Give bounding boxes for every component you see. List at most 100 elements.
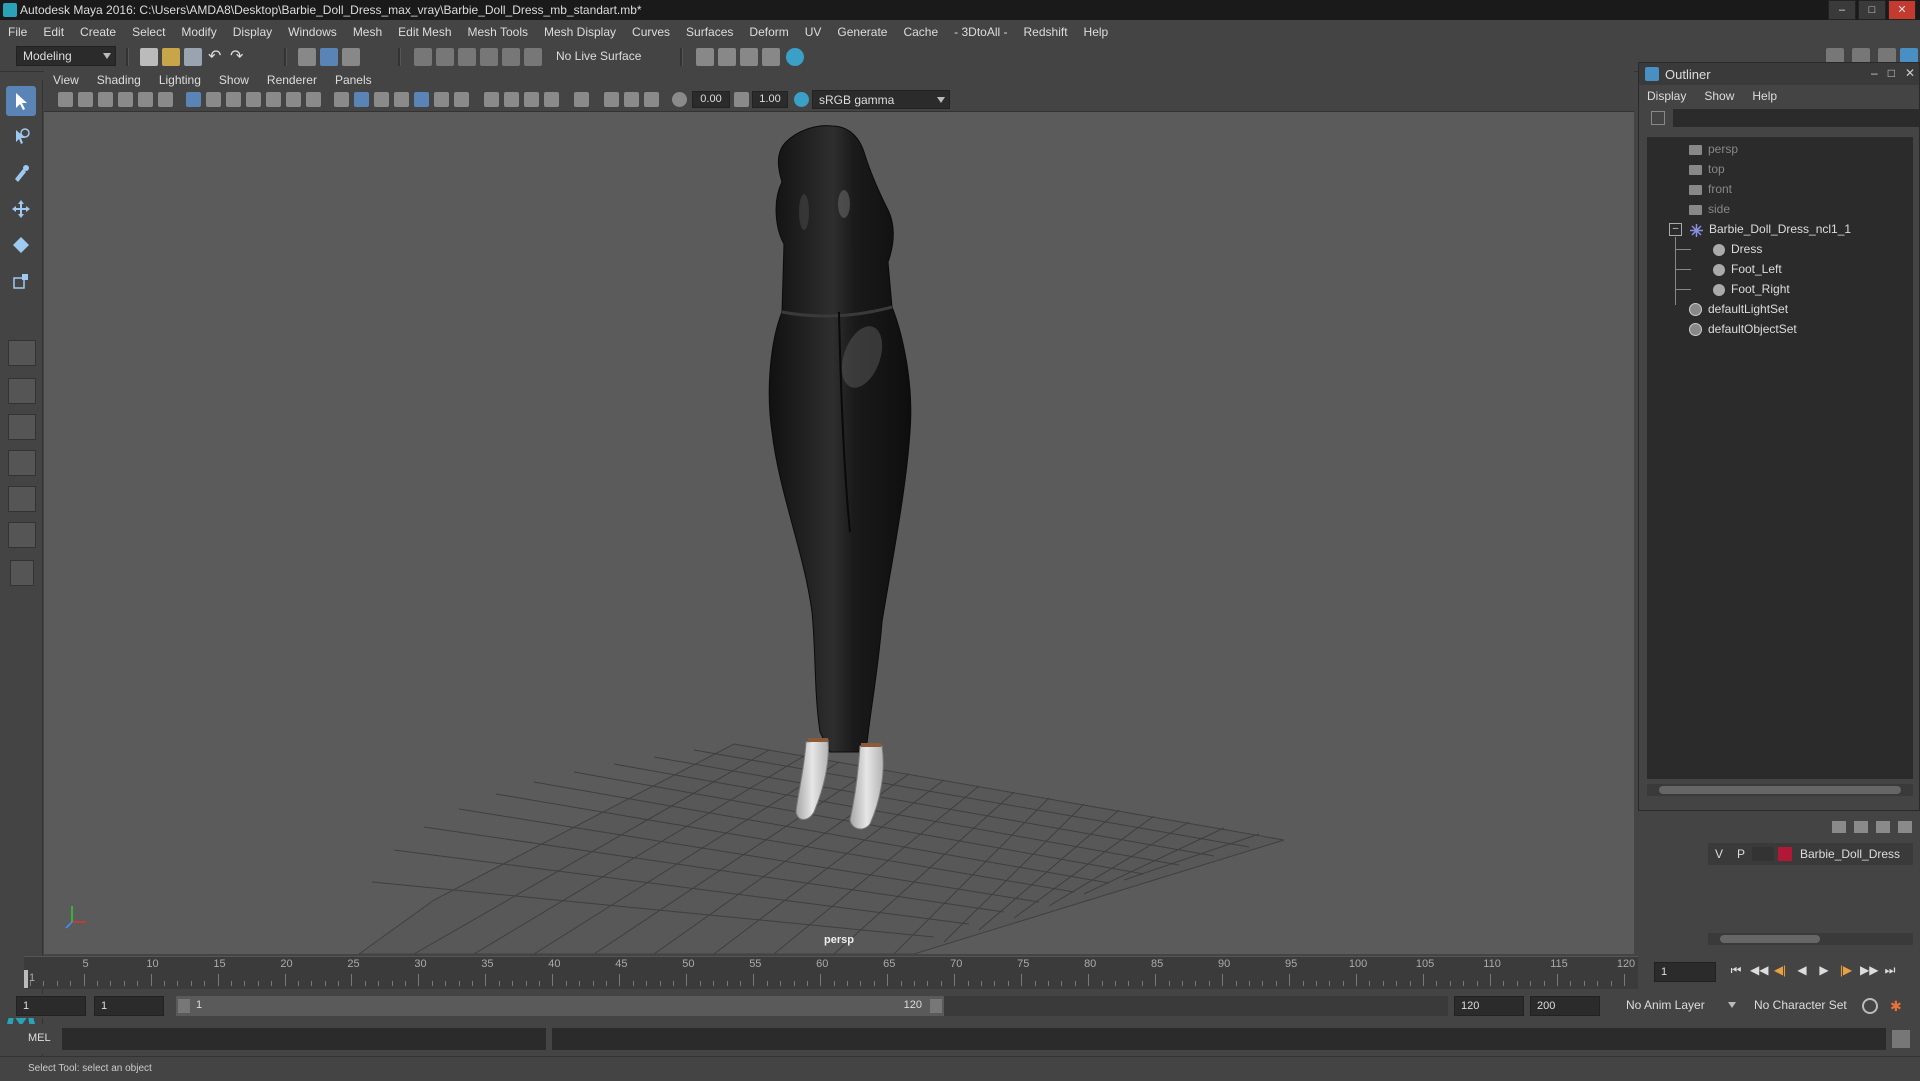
menu-select[interactable]: Select	[124, 25, 173, 39]
new-scene-icon[interactable]	[140, 48, 158, 66]
xray-icon[interactable]	[604, 92, 619, 107]
viewport-menu-show[interactable]: Show	[210, 73, 258, 87]
outliner-item-foot-left[interactable]: Foot_Left	[1675, 259, 1782, 279]
anim-layer-dropdown[interactable]: No Anim Layer	[1620, 996, 1740, 1016]
scrollbar-thumb[interactable]	[1720, 935, 1820, 943]
menu-cache[interactable]: Cache	[895, 25, 946, 39]
step-forward-frame-icon[interactable]: |▶	[1838, 962, 1854, 978]
wireframe-icon[interactable]	[334, 92, 349, 107]
playback-start-field[interactable]: 1	[94, 996, 164, 1016]
outliner-item-side[interactable]: side	[1689, 199, 1730, 219]
animation-start-field[interactable]: 1	[16, 996, 86, 1016]
more-layouts-icon[interactable]	[10, 560, 34, 586]
outliner-search-input[interactable]	[1673, 109, 1919, 127]
shadows-icon[interactable]	[454, 92, 469, 107]
smooth-shade-icon[interactable]	[354, 92, 369, 107]
menu-deform[interactable]: Deform	[741, 25, 796, 39]
range-slider-handle[interactable]: 1 120	[176, 996, 944, 1016]
range-start-handle[interactable]	[178, 999, 190, 1013]
filter-icon[interactable]	[1651, 111, 1665, 125]
safe-title-icon[interactable]	[306, 92, 321, 107]
field-chart-icon[interactable]	[266, 92, 281, 107]
menu-windows[interactable]: Windows	[280, 25, 345, 39]
hypershade-layout-icon[interactable]	[8, 522, 36, 548]
layer-row[interactable]: V P Barbie_Doll_Dress	[1708, 843, 1913, 865]
viewport-menu-view[interactable]: View	[44, 73, 88, 87]
menu-mesh[interactable]: Mesh	[345, 25, 390, 39]
snap-grid-icon[interactable]	[414, 48, 432, 66]
menu-help[interactable]: Help	[1076, 25, 1117, 39]
screen-space-ao-icon[interactable]	[484, 92, 499, 107]
hypershade-icon[interactable]	[786, 48, 804, 66]
viewport-menu-panels[interactable]: Panels	[326, 73, 381, 87]
motion-blur-icon[interactable]	[504, 92, 519, 107]
menu-mesh-tools[interactable]: Mesh Tools	[460, 25, 536, 39]
scrollbar-thumb[interactable]	[1659, 786, 1901, 794]
move-layer-up-icon[interactable]	[1832, 821, 1846, 833]
move-tool-icon[interactable]	[6, 194, 36, 224]
layer-visibility-toggle[interactable]: V	[1708, 847, 1730, 861]
snap-point-icon[interactable]	[458, 48, 476, 66]
perspective-viewport[interactable]: persp	[44, 112, 1634, 954]
wireframe-on-shaded-icon[interactable]	[394, 92, 409, 107]
new-layer-icon[interactable]	[1876, 821, 1890, 833]
xray-joints-icon[interactable]	[644, 92, 659, 107]
outliner-menu-show[interactable]: Show	[1704, 89, 1734, 103]
outliner-menu-help[interactable]: Help	[1752, 89, 1777, 103]
viewport-menu-lighting[interactable]: Lighting	[150, 73, 210, 87]
outliner-horizontal-scrollbar[interactable]	[1647, 784, 1913, 796]
grid-icon[interactable]	[186, 92, 201, 107]
select-tool-icon[interactable]	[6, 86, 36, 116]
command-language-label[interactable]: MEL	[28, 1032, 51, 1044]
render-view-icon[interactable]	[762, 48, 780, 66]
current-frame-field[interactable]: 1	[1654, 962, 1716, 982]
scale-tool-icon[interactable]	[6, 266, 36, 296]
new-layer-selected-icon[interactable]	[1898, 821, 1912, 833]
outliner-item-top[interactable]: top	[1689, 159, 1725, 179]
select-component-icon[interactable]	[342, 48, 360, 66]
color-management-icon[interactable]	[794, 92, 809, 107]
animation-end-field[interactable]: 200	[1530, 996, 1600, 1016]
persp-graph-layout-icon[interactable]	[8, 486, 36, 512]
menu-edit[interactable]: Edit	[35, 25, 72, 39]
menu-display[interactable]: Display	[225, 25, 280, 39]
range-slider-track[interactable]: 1 120	[176, 996, 1448, 1016]
outliner-item-foot-right[interactable]: Foot_Right	[1675, 279, 1790, 299]
character-set-dropdown[interactable]: No Character Set	[1748, 996, 1870, 1016]
step-back-frame-icon[interactable]: ◀|	[1772, 962, 1788, 978]
film-gate-icon[interactable]	[206, 92, 221, 107]
menu-3dtoall[interactable]: - 3DtoAll -	[946, 25, 1015, 39]
redo-icon[interactable]: ↷	[230, 48, 248, 66]
use-default-material-icon[interactable]	[374, 92, 389, 107]
minimize-button[interactable]: –	[1828, 0, 1856, 20]
depth-of-field-icon[interactable]	[544, 92, 559, 107]
rotate-tool-icon[interactable]	[6, 230, 36, 260]
outliner-item-persp[interactable]: persp	[1689, 139, 1738, 159]
layer-horizontal-scrollbar[interactable]	[1708, 933, 1913, 945]
menu-mesh-display[interactable]: Mesh Display	[536, 25, 624, 39]
current-time-indicator[interactable]	[24, 970, 28, 988]
safe-action-icon[interactable]	[286, 92, 301, 107]
xray-active-icon[interactable]	[624, 92, 639, 107]
select-camera-icon[interactable]	[58, 92, 73, 107]
snap-curve-icon[interactable]	[436, 48, 454, 66]
menu-curves[interactable]: Curves	[624, 25, 678, 39]
close-button[interactable]: ✕	[1905, 66, 1915, 80]
grease-pencil-icon[interactable]	[158, 92, 173, 107]
range-end-handle[interactable]	[930, 999, 942, 1013]
animation-preferences-icon[interactable]: ✱	[1890, 998, 1906, 1014]
menu-file[interactable]: File	[0, 25, 35, 39]
playback-end-field[interactable]: 120	[1454, 996, 1524, 1016]
paint-select-tool-icon[interactable]	[6, 158, 36, 188]
go-to-start-icon[interactable]: ⏮	[1728, 962, 1744, 978]
auto-key-icon[interactable]	[1862, 998, 1878, 1014]
ipr-render-icon[interactable]	[740, 48, 758, 66]
last-tool-icon[interactable]	[8, 340, 36, 366]
menu-uv[interactable]: UV	[797, 25, 830, 39]
use-all-lights-icon[interactable]	[434, 92, 449, 107]
render-settings-icon[interactable]	[696, 48, 714, 66]
outliner-item-dress[interactable]: Dress	[1675, 239, 1762, 259]
maximize-button[interactable]: □	[1858, 0, 1886, 20]
textured-icon[interactable]	[414, 92, 429, 107]
minimize-button[interactable]: –	[1871, 66, 1878, 80]
